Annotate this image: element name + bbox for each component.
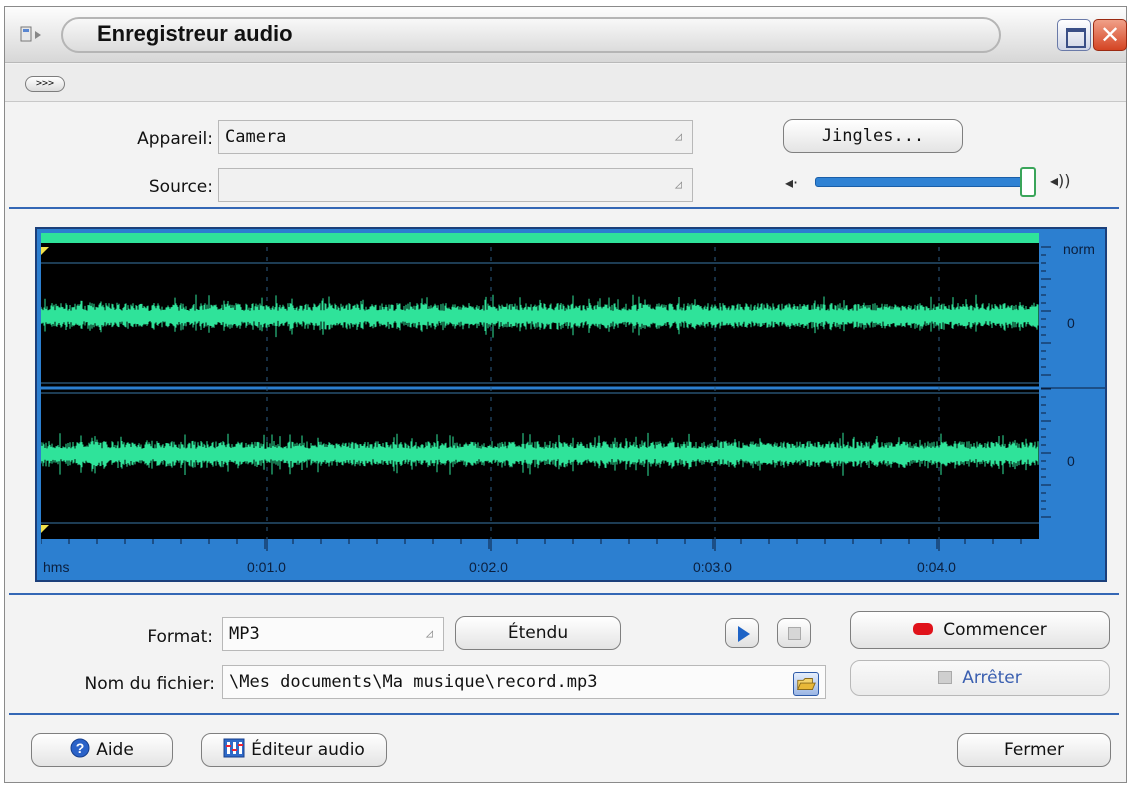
scale-zero-top-label: 0: [1067, 315, 1075, 331]
scale-norm-label: norm: [1063, 241, 1095, 257]
maximize-button[interactable]: [1057, 19, 1091, 51]
time-tick-label: 0:03.0: [693, 559, 732, 575]
stop-recording-label: Arrêter: [962, 668, 1022, 688]
time-tick-label: 0:04.0: [917, 559, 956, 575]
play-button[interactable]: [725, 618, 759, 648]
separator: [9, 713, 1119, 715]
selection-marker: [41, 525, 49, 533]
scale-zero-bottom-label: 0: [1067, 453, 1075, 469]
dropdown-arrow-icon: ◿: [425, 626, 433, 640]
stop-recording-icon: [938, 670, 953, 684]
time-unit-label: hms: [43, 559, 70, 575]
selection-bar: [41, 233, 1039, 243]
time-ruler: hms 0:01.0 0:02.0 0:03.0 0:04.0: [41, 539, 1039, 580]
audio-editor-button[interactable]: Éditeur audio: [201, 733, 387, 767]
title-bar[interactable]: Enregistreur audio ✕: [5, 7, 1127, 63]
close-button[interactable]: Fermer: [957, 733, 1111, 767]
audio-editor-label: Éditeur audio: [251, 740, 365, 760]
start-recording-button[interactable]: Commencer: [850, 611, 1110, 649]
help-button[interactable]: ? Aide: [31, 733, 173, 767]
options-strip: >>>: [5, 64, 1126, 102]
format-select[interactable]: MP3 ◿: [222, 617, 444, 651]
record-icon: [913, 623, 934, 635]
expand-options-button[interactable]: >>>: [25, 76, 65, 92]
dropdown-arrow-icon: ◿: [674, 129, 682, 143]
volume-high-icon: ◂)): [1050, 171, 1071, 190]
device-value: Camera: [225, 127, 287, 147]
volume-slider-thumb[interactable]: [1020, 167, 1036, 197]
time-tick-label: 0:02.0: [469, 559, 508, 575]
format-value: MP3: [229, 624, 260, 644]
start-recording-label: Commencer: [943, 620, 1047, 640]
play-icon: [738, 626, 750, 642]
stop-icon: [788, 627, 801, 640]
filename-field[interactable]: \Mes documents\Ma musique\record.mp3: [222, 665, 826, 699]
selection-marker: [41, 247, 49, 255]
audio-editor-icon: [223, 738, 245, 758]
audio-recorder-window: Enregistreur audio ✕ >>> Appareil: Camer…: [4, 6, 1127, 783]
waveform-channel: [41, 432, 1039, 476]
dropdown-arrow-icon: ◿: [674, 177, 682, 191]
jingles-button[interactable]: Jingles...: [783, 119, 963, 153]
app-icon: [20, 26, 41, 42]
volume-low-icon: ◂·: [785, 173, 799, 192]
extended-button[interactable]: Étendu: [455, 616, 621, 650]
browse-folder-icon[interactable]: [793, 672, 819, 696]
format-label: Format:: [147, 627, 213, 647]
close-window-button[interactable]: ✕: [1093, 19, 1127, 51]
source-select[interactable]: ◿: [218, 168, 693, 202]
svg-text:?: ?: [76, 740, 85, 756]
filename-value: \Mes documents\Ma musique\record.mp3: [229, 672, 598, 692]
separator: [9, 207, 1119, 209]
stop-button[interactable]: [777, 618, 811, 648]
filename-label: Nom du fichier:: [84, 674, 215, 694]
volume-slider[interactable]: [815, 177, 1031, 187]
device-select[interactable]: Camera ◿: [218, 120, 693, 154]
time-tick-label: 0:01.0: [247, 559, 286, 575]
source-label: Source:: [148, 177, 213, 197]
stop-recording-button[interactable]: Arrêter: [850, 660, 1110, 696]
window-title: Enregistreur audio: [97, 21, 293, 46]
device-label: Appareil:: [137, 129, 213, 149]
waveform-display[interactable]: norm 0 0 hms 0:01.0 0:02.0 0:03.0 0:04.0: [35, 227, 1107, 582]
help-label: Aide: [96, 740, 134, 760]
waveform-channels: [41, 247, 1039, 539]
amplitude-scale: norm 0 0: [1041, 229, 1105, 580]
separator: [9, 593, 1119, 595]
waveform-channel: [41, 294, 1039, 338]
help-icon: ?: [70, 738, 90, 758]
